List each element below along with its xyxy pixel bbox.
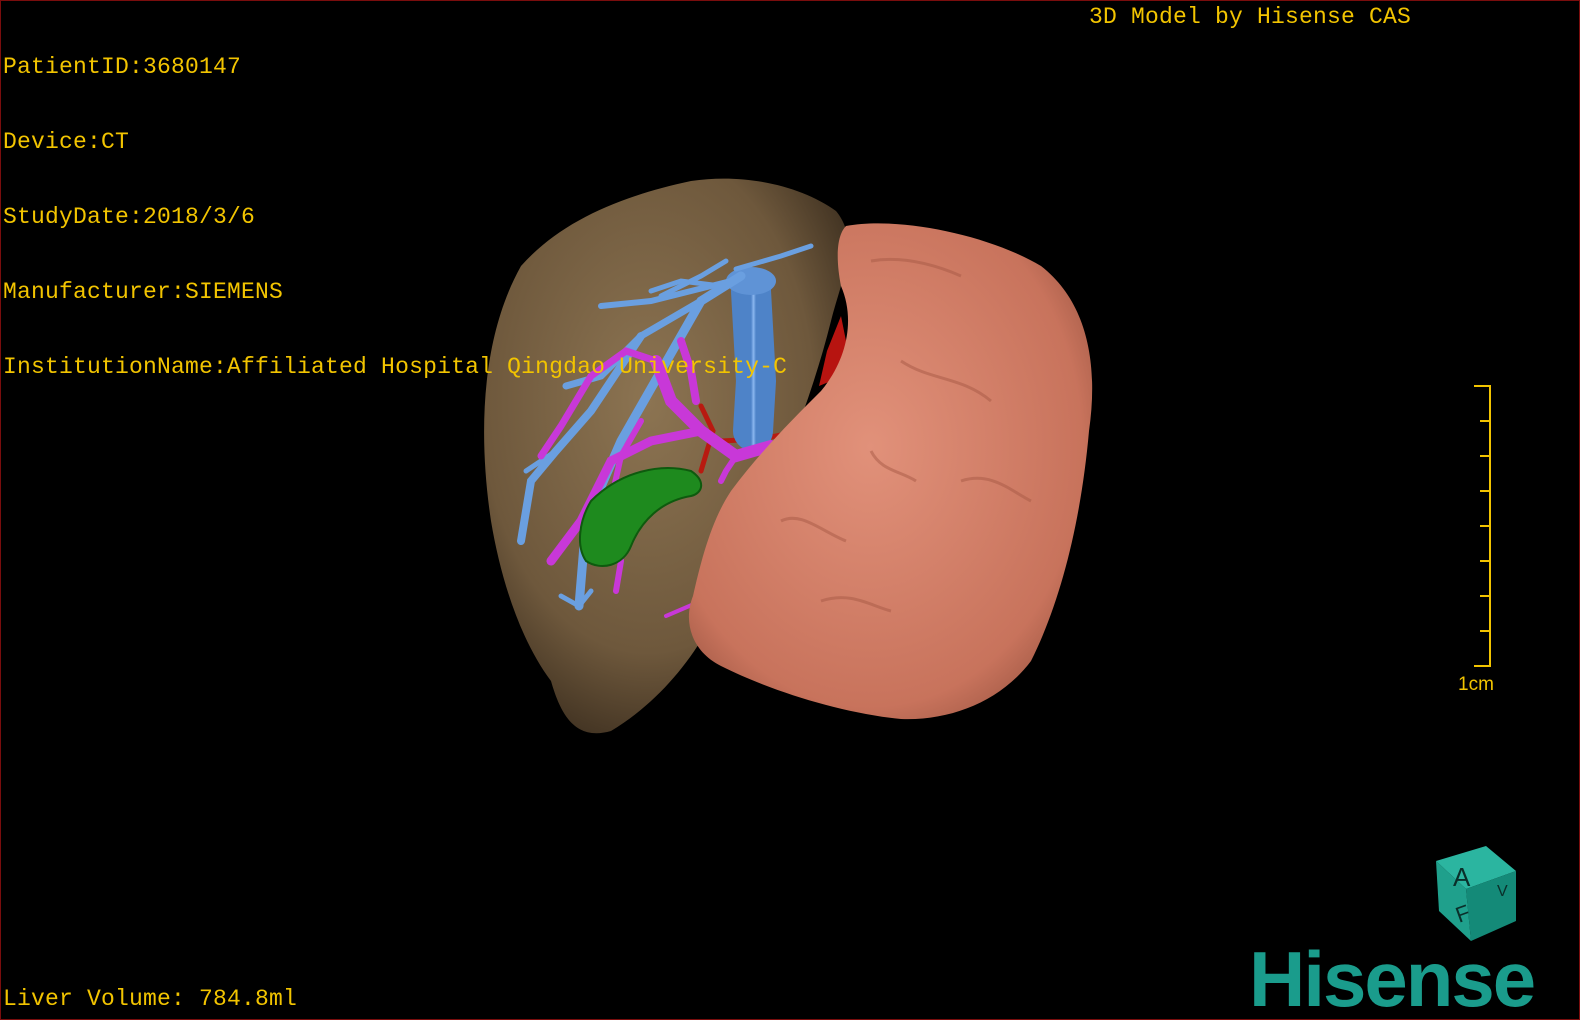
- 3d-viewport[interactable]: PatientID:3680147 Device:CT StudyDate:20…: [0, 0, 1580, 1020]
- scale-bar-label: 1cm: [1458, 674, 1494, 695]
- cube-face-front: A: [1453, 862, 1471, 892]
- patient-id: PatientID:3680147: [3, 54, 242, 80]
- orientation-cube[interactable]: A F V: [1431, 841, 1541, 946]
- dicom-info-panel: PatientID:3680147 Device:CT StudyDate:20…: [3, 5, 787, 430]
- study-date: StudyDate:2018/3/6: [3, 204, 256, 230]
- device: Device:CT: [3, 129, 130, 155]
- model-credit: 3D Model by Hisense CAS: [1089, 4, 1412, 30]
- manufacturer: Manufacturer:SIEMENS: [3, 279, 284, 305]
- liver-volume-readout: Liver Volume: 784.8ml: [3, 986, 298, 1012]
- hisense-logo: Hisense: [1249, 935, 1536, 1020]
- cube-face-side: V: [1497, 883, 1508, 900]
- scale-bar: [1474, 385, 1491, 667]
- institution-name: InstitutionName:Affiliated Hospital Qing…: [3, 354, 788, 380]
